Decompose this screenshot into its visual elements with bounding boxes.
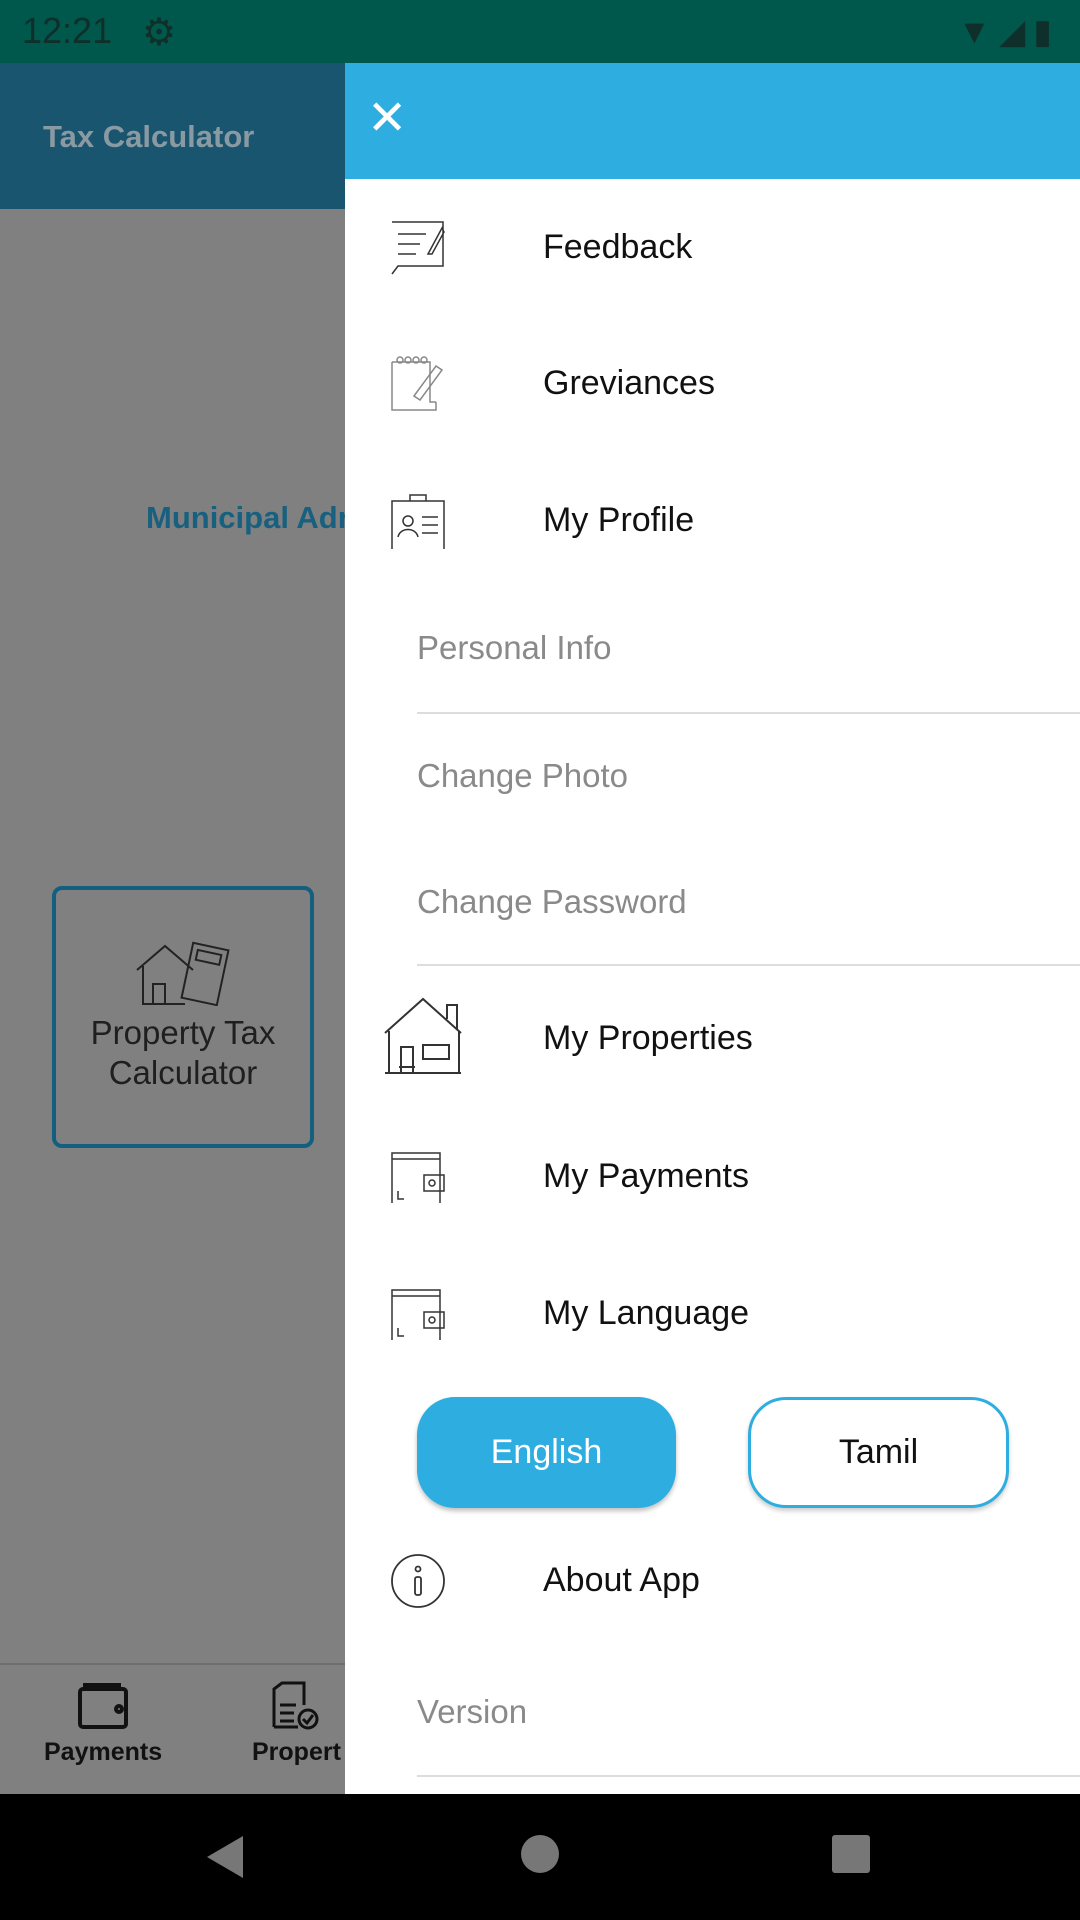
house-calculator-icon: [136, 941, 230, 1007]
divider: [417, 712, 1080, 714]
system-nav-bar: [0, 1794, 1080, 1920]
menu-sub-change-photo[interactable]: Change Photo: [417, 757, 628, 795]
status-time: 12:21: [22, 10, 113, 51]
bottom-nav-properties[interactable]: Propert: [252, 1681, 341, 1767]
card-label: Property Tax Calculator: [90, 1014, 276, 1091]
property-tax-calculator-card[interactable]: Property Tax Calculator: [52, 886, 314, 1148]
drawer-header: ✕: [345, 63, 1080, 179]
page-heading: Municipal Adr: [146, 500, 350, 535]
wallet-icon: [78, 1683, 129, 1729]
info-icon: [391, 1554, 445, 1608]
version-label: Version: [417, 1693, 528, 1730]
menu-item-my-language[interactable]: My Language: [345, 1260, 1080, 1370]
wifi-signal-battery-icons: ▼◢▮: [957, 13, 1060, 51]
house-icon: [384, 997, 462, 1074]
menu-sub-change-password[interactable]: Change Password: [417, 883, 687, 921]
divider: [417, 1775, 1080, 1777]
menu-item-my-profile[interactable]: My Profile: [345, 467, 1080, 577]
menu-item-my-payments[interactable]: My Payments: [345, 1123, 1080, 1233]
menu-item-feedback[interactable]: Feedback: [345, 194, 1080, 304]
language-english-button[interactable]: English: [417, 1397, 676, 1508]
home-icon[interactable]: [520, 1834, 560, 1874]
app-title: Tax Calculator: [43, 119, 255, 154]
profile-card-icon: [391, 494, 445, 549]
notepad-icon: [391, 356, 444, 411]
wallet-icon: [391, 1152, 445, 1203]
feedback-icon: [391, 221, 445, 275]
status-bar: 12:21 ⚙ ▼◢▮: [0, 0, 1080, 63]
document-check-icon: [272, 1681, 319, 1730]
recents-icon[interactable]: [831, 1834, 871, 1874]
language-tamil-button[interactable]: Tamil: [748, 1397, 1009, 1508]
menu-item-about-app[interactable]: About App: [345, 1527, 1080, 1637]
bottom-nav-payments[interactable]: Payments: [44, 1681, 162, 1767]
menu-item-greviances[interactable]: Greviances: [345, 330, 1080, 440]
navigation-drawer: ✕ Feedback Greviances My Profile Persona…: [345, 63, 1080, 1794]
menu-sub-personal-info[interactable]: Personal Info: [417, 629, 611, 667]
menu-item-my-properties[interactable]: My Properties: [345, 985, 1080, 1095]
back-icon[interactable]: [205, 1834, 245, 1880]
wallet-icon: [391, 1289, 445, 1340]
divider: [417, 964, 1080, 966]
close-icon[interactable]: ✕: [367, 89, 407, 149]
gear-icon: ⚙: [142, 12, 177, 54]
